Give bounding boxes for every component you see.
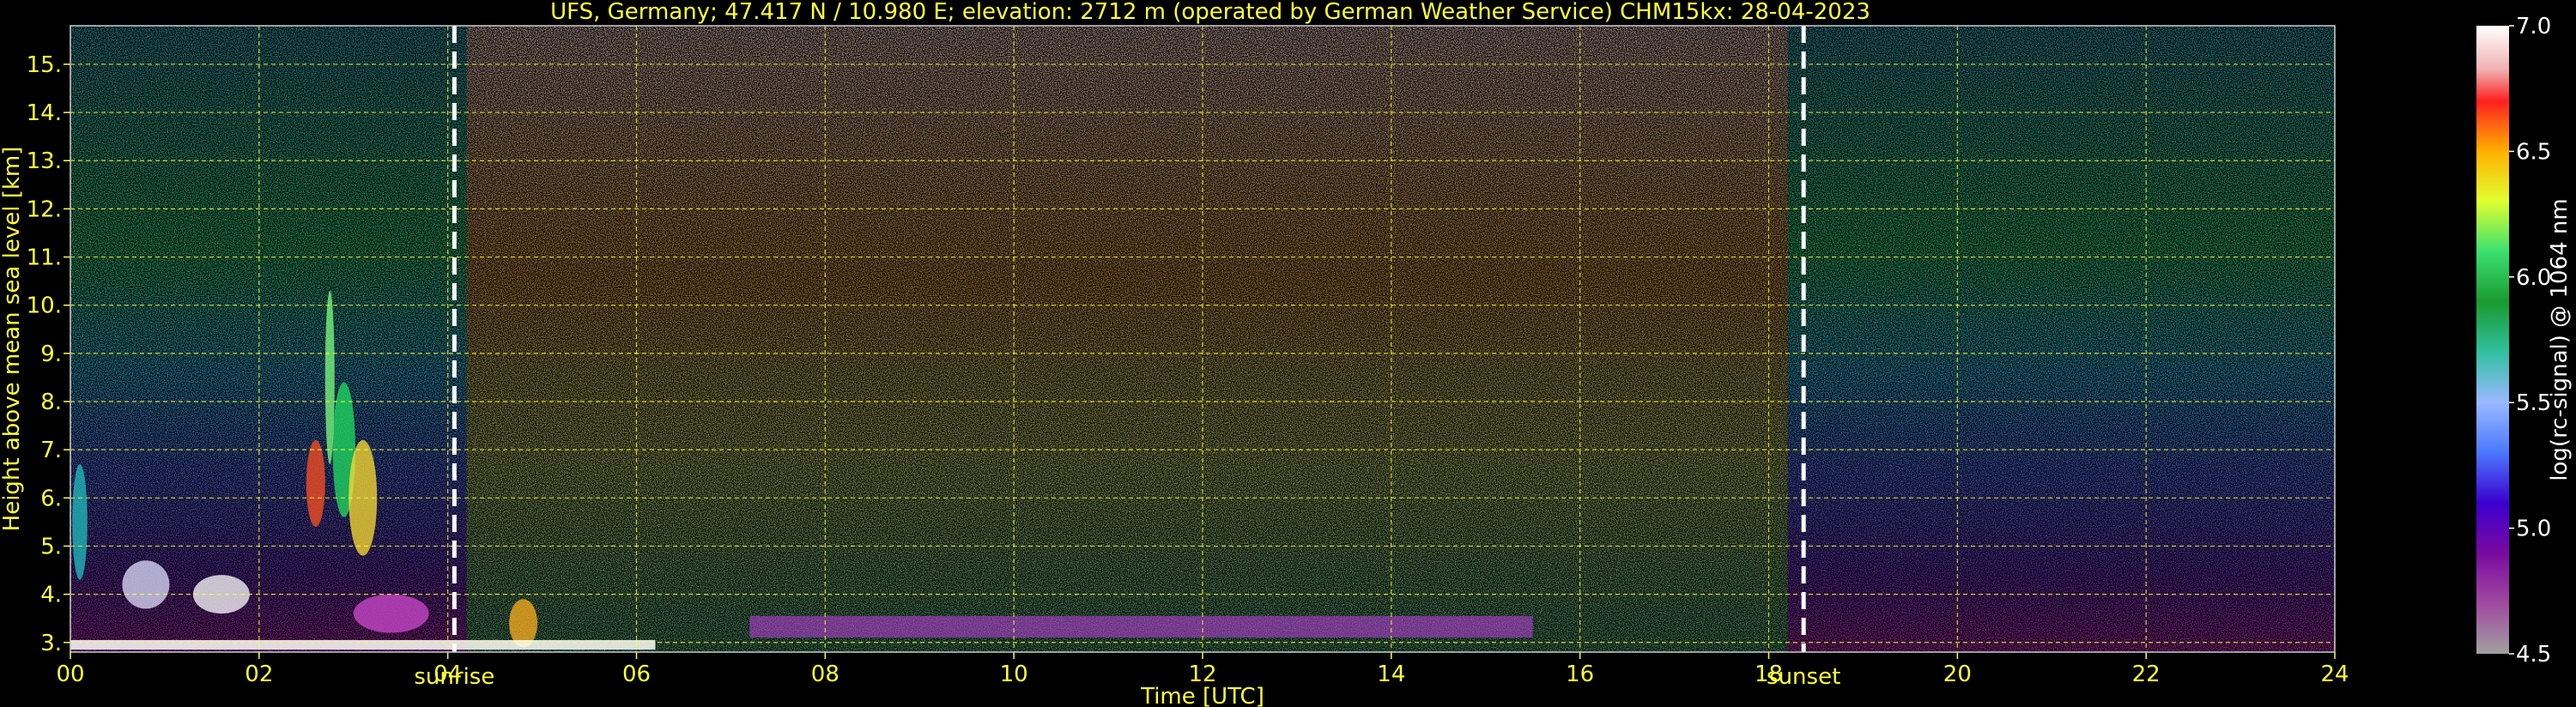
- aerosol-feature: [306, 439, 325, 527]
- night-signal: [1806, 26, 2335, 652]
- y-tick-label: 11.: [27, 245, 62, 271]
- y-tick-label: 9.: [40, 341, 62, 367]
- ground-layer: [70, 639, 656, 650]
- aerosol-feature: [72, 464, 88, 580]
- colorbar-tick-label: 6.0: [2516, 265, 2551, 291]
- x-tick-label: 16: [1566, 662, 1594, 687]
- x-tick-label: 24: [2320, 662, 2349, 687]
- colorbar-label: log(rc-signal) @ 1064 nm: [2547, 198, 2573, 480]
- aerosol-feature: [353, 594, 429, 633]
- y-tick-label: 13.: [27, 148, 62, 174]
- x-tick-label: 10: [1000, 662, 1028, 687]
- chart-title: UFS, Germany; 47.417 N / 10.980 E; eleva…: [550, 0, 1870, 25]
- x-tick-label: 02: [245, 662, 273, 687]
- y-tick-label: 10.: [27, 293, 62, 319]
- y-tick-label: 3.: [40, 631, 62, 656]
- colorbar-tick-label: 5.5: [2516, 390, 2551, 416]
- colorbar-tick-label: 4.5: [2516, 642, 2551, 668]
- plot-area: [70, 26, 2336, 652]
- y-tick-label: 12.: [27, 196, 62, 222]
- colorbar-scale: [2476, 26, 2509, 654]
- y-tick-label: 7.: [40, 438, 62, 463]
- colorbar: log(rc-signal) @ 1064 nm 4.5 5.0 5.5 6.0 6.5…: [2476, 14, 2573, 668]
- y-tick-label: 6.: [40, 486, 62, 511]
- y-tick-label: 8.: [40, 390, 62, 415]
- x-tick-label: 22: [2132, 662, 2161, 687]
- y-tick-label: 15.: [27, 52, 62, 78]
- aerosol-feature: [122, 560, 170, 609]
- y-tick-label: 4.: [40, 583, 62, 608]
- x-tick-label: 14: [1377, 662, 1405, 687]
- colorbar-tick-label: 6.5: [2516, 139, 2551, 165]
- x-tick-label: 20: [1943, 662, 1972, 687]
- sunrise-label: sunrise: [414, 664, 494, 690]
- y-tick-label: 5.: [40, 534, 62, 559]
- aerosol-feature: [324, 290, 335, 464]
- x-axis-label: Time [UTC]: [1140, 684, 1264, 707]
- x-tick-label: 00: [56, 662, 84, 687]
- x-tick-label: 08: [811, 662, 839, 687]
- ceilometer-chart: 00 02 04 06 08 10 12 14 16 18 20 22 243.4.5.6.7.8.9.…: [0, 0, 2573, 707]
- y-tick-label: 14.: [27, 100, 62, 126]
- boundary-layer: [749, 615, 1533, 638]
- sunset-label: sunset: [1767, 664, 1840, 690]
- x-tick-label: 06: [622, 662, 651, 687]
- colorbar-tick-label: 7.0: [2516, 14, 2551, 39]
- y-axis-label: Height above mean sea level [km]: [0, 147, 25, 532]
- daytime-signal: [466, 26, 1788, 652]
- colorbar-tick-label: 5.0: [2516, 517, 2551, 542]
